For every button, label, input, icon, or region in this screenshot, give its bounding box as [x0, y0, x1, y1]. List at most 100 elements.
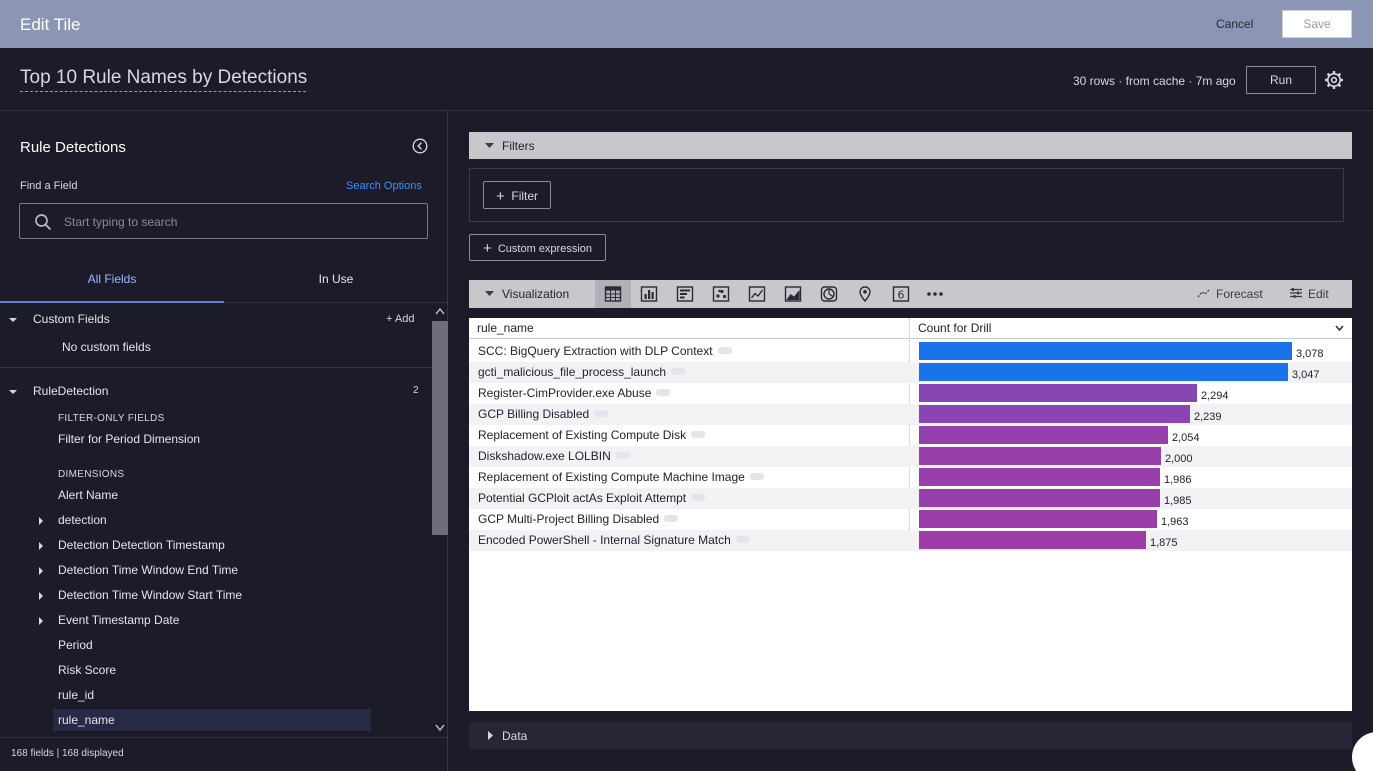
add-filter-button[interactable]: + Filter [483, 181, 551, 209]
scroll-down-icon[interactable] [435, 724, 445, 732]
bar[interactable] [919, 405, 1190, 423]
field-detection[interactable]: detection [58, 513, 107, 527]
column-chart-icon[interactable] [640, 285, 658, 303]
rule-name-text: Replacement of Existing Compute Disk [478, 428, 687, 442]
bar[interactable] [919, 342, 1292, 360]
rule-name-cell[interactable]: Register-CimProvider.exe Abuse [478, 386, 671, 400]
field-risk-score[interactable]: Risk Score [58, 663, 116, 677]
rule-name-cell[interactable]: Encoded PowerShell - Internal Signature … [478, 533, 750, 547]
chevron-right-icon[interactable] [37, 567, 45, 575]
bar[interactable] [919, 384, 1197, 402]
measure-column-header[interactable]: Count for Drill [918, 321, 991, 335]
custom-expression-button[interactable]: + Custom expression [469, 234, 606, 261]
rule-name-text: Encoded PowerShell - Internal Signature … [478, 533, 731, 547]
chevron-down-icon[interactable] [9, 388, 17, 396]
bar[interactable] [919, 363, 1288, 381]
field-rule-name[interactable]: rule_name [58, 713, 115, 727]
bar-value-label: 2,054 [1172, 432, 1200, 444]
area-chart-icon[interactable] [784, 285, 802, 303]
save-button[interactable]: Save [1282, 10, 1352, 38]
search-options-link[interactable]: Search Options [346, 180, 422, 192]
rule-name-cell[interactable]: Diskshadow.exe LOLBIN [478, 449, 630, 463]
rule-name-cell[interactable]: GCP Multi-Project Billing Disabled [478, 512, 679, 526]
cell-actions-icon[interactable] [671, 368, 686, 376]
collapse-panel-icon[interactable] [412, 138, 428, 154]
table-icon[interactable] [604, 285, 622, 303]
filters-section-header[interactable]: Filters [469, 132, 1352, 159]
field-event-timestamp-date[interactable]: Event Timestamp Date [58, 613, 179, 627]
dialog-title: Edit Tile [20, 15, 81, 34]
tab-in-use[interactable]: In Use [224, 261, 448, 303]
field-filter-for-period[interactable]: Filter for Period Dimension [58, 432, 200, 446]
cell-actions-icon[interactable] [656, 389, 671, 397]
rule-name-cell[interactable]: Replacement of Existing Compute Disk [478, 428, 706, 442]
cell-actions-icon[interactable] [594, 410, 609, 418]
cancel-button[interactable]: Cancel [1216, 17, 1253, 31]
field-rule-id[interactable]: rule_id [58, 688, 94, 702]
field-search-box[interactable] [19, 203, 428, 239]
cell-actions-icon[interactable] [717, 347, 732, 355]
viz-edit-button[interactable]: Edit [1289, 287, 1329, 301]
run-button[interactable]: Run [1246, 66, 1316, 94]
chevron-down-icon[interactable] [1335, 325, 1344, 331]
gear-icon[interactable] [1324, 70, 1344, 90]
single-value-icon[interactable]: 6 [892, 285, 910, 303]
bar[interactable] [919, 489, 1160, 507]
field-period[interactable]: Period [58, 638, 93, 652]
dimension-column-header[interactable]: rule_name [477, 321, 534, 335]
rule-name-cell[interactable]: SCC: BigQuery Extraction with DLP Contex… [478, 344, 732, 358]
field-list-scrollbar[interactable] [432, 303, 448, 739]
chevron-right-icon[interactable] [37, 592, 45, 600]
explore-title: Rule Detections [20, 139, 126, 156]
search-input[interactable] [64, 212, 414, 232]
more-icon[interactable] [925, 285, 945, 303]
chevron-right-icon[interactable] [37, 617, 45, 625]
rule-name-text: gcti_malicious_file_process_launch [478, 365, 667, 379]
cell-actions-icon[interactable] [691, 431, 706, 439]
field-detection-timestamp[interactable]: Detection Detection Timestamp [58, 538, 225, 552]
cell-actions-icon[interactable] [691, 494, 706, 502]
chevron-right-icon[interactable] [37, 517, 45, 525]
pie-chart-icon[interactable] [820, 285, 838, 303]
map-pin-icon[interactable] [856, 285, 874, 303]
forecast-label: Forecast [1216, 287, 1263, 301]
add-custom-field-button[interactable]: + Add [386, 313, 414, 325]
scatter-icon[interactable] [712, 285, 730, 303]
chevron-down-icon[interactable] [9, 316, 17, 324]
bar[interactable] [919, 531, 1146, 549]
cell-actions-icon[interactable] [664, 515, 679, 523]
rule-name-text: GCP Multi-Project Billing Disabled [478, 512, 660, 526]
rule-name-cell[interactable]: Potential GCPloit actAs Exploit Attempt [478, 491, 706, 505]
help-chat-button[interactable] [1352, 732, 1373, 771]
rule-name-cell[interactable]: GCP Billing Disabled [478, 407, 609, 421]
visualization-canvas: rule_name Count for Drill SCC: BigQuery … [469, 318, 1352, 711]
cell-actions-icon[interactable] [735, 536, 750, 544]
chevron-right-icon[interactable] [37, 542, 45, 550]
rule-name-cell[interactable]: gcti_malicious_file_process_launch [478, 365, 686, 379]
bar[interactable] [919, 426, 1168, 444]
data-section-header[interactable]: Data [469, 722, 1352, 749]
forecast-button[interactable]: Forecast [1197, 287, 1263, 301]
visualization-label: Visualization [502, 287, 570, 301]
column-divider [909, 318, 910, 550]
tab-all-fields[interactable]: All Fields [0, 261, 224, 303]
visualization-section-header[interactable]: Visualization 6 Forecast Edit [469, 280, 1352, 308]
scroll-up-icon[interactable] [435, 307, 445, 315]
tile-title-input[interactable]: Top 10 Rule Names by Detections [20, 67, 307, 92]
line-chart-icon[interactable] [748, 285, 766, 303]
bar[interactable] [919, 447, 1161, 465]
field-count-footer: 168 fields | 168 displayed [0, 737, 448, 771]
view-header-ruledetection[interactable]: RuleDetection [33, 384, 108, 398]
field-time-window-end[interactable]: Detection Time Window End Time [58, 563, 238, 577]
cell-actions-icon[interactable] [749, 473, 764, 481]
bar[interactable] [919, 510, 1157, 528]
field-time-window-start[interactable]: Detection Time Window Start Time [58, 588, 242, 602]
rule-name-cell[interactable]: Replacement of Existing Compute Machine … [478, 470, 764, 484]
bar-chart-icon[interactable] [676, 285, 694, 303]
scrollbar-thumb[interactable] [432, 321, 448, 535]
field-alert-name[interactable]: Alert Name [58, 488, 118, 502]
cell-actions-icon[interactable] [615, 452, 630, 460]
add-label: Add [394, 313, 415, 325]
bar[interactable] [919, 468, 1160, 486]
custom-fields-header[interactable]: Custom Fields [33, 312, 110, 326]
